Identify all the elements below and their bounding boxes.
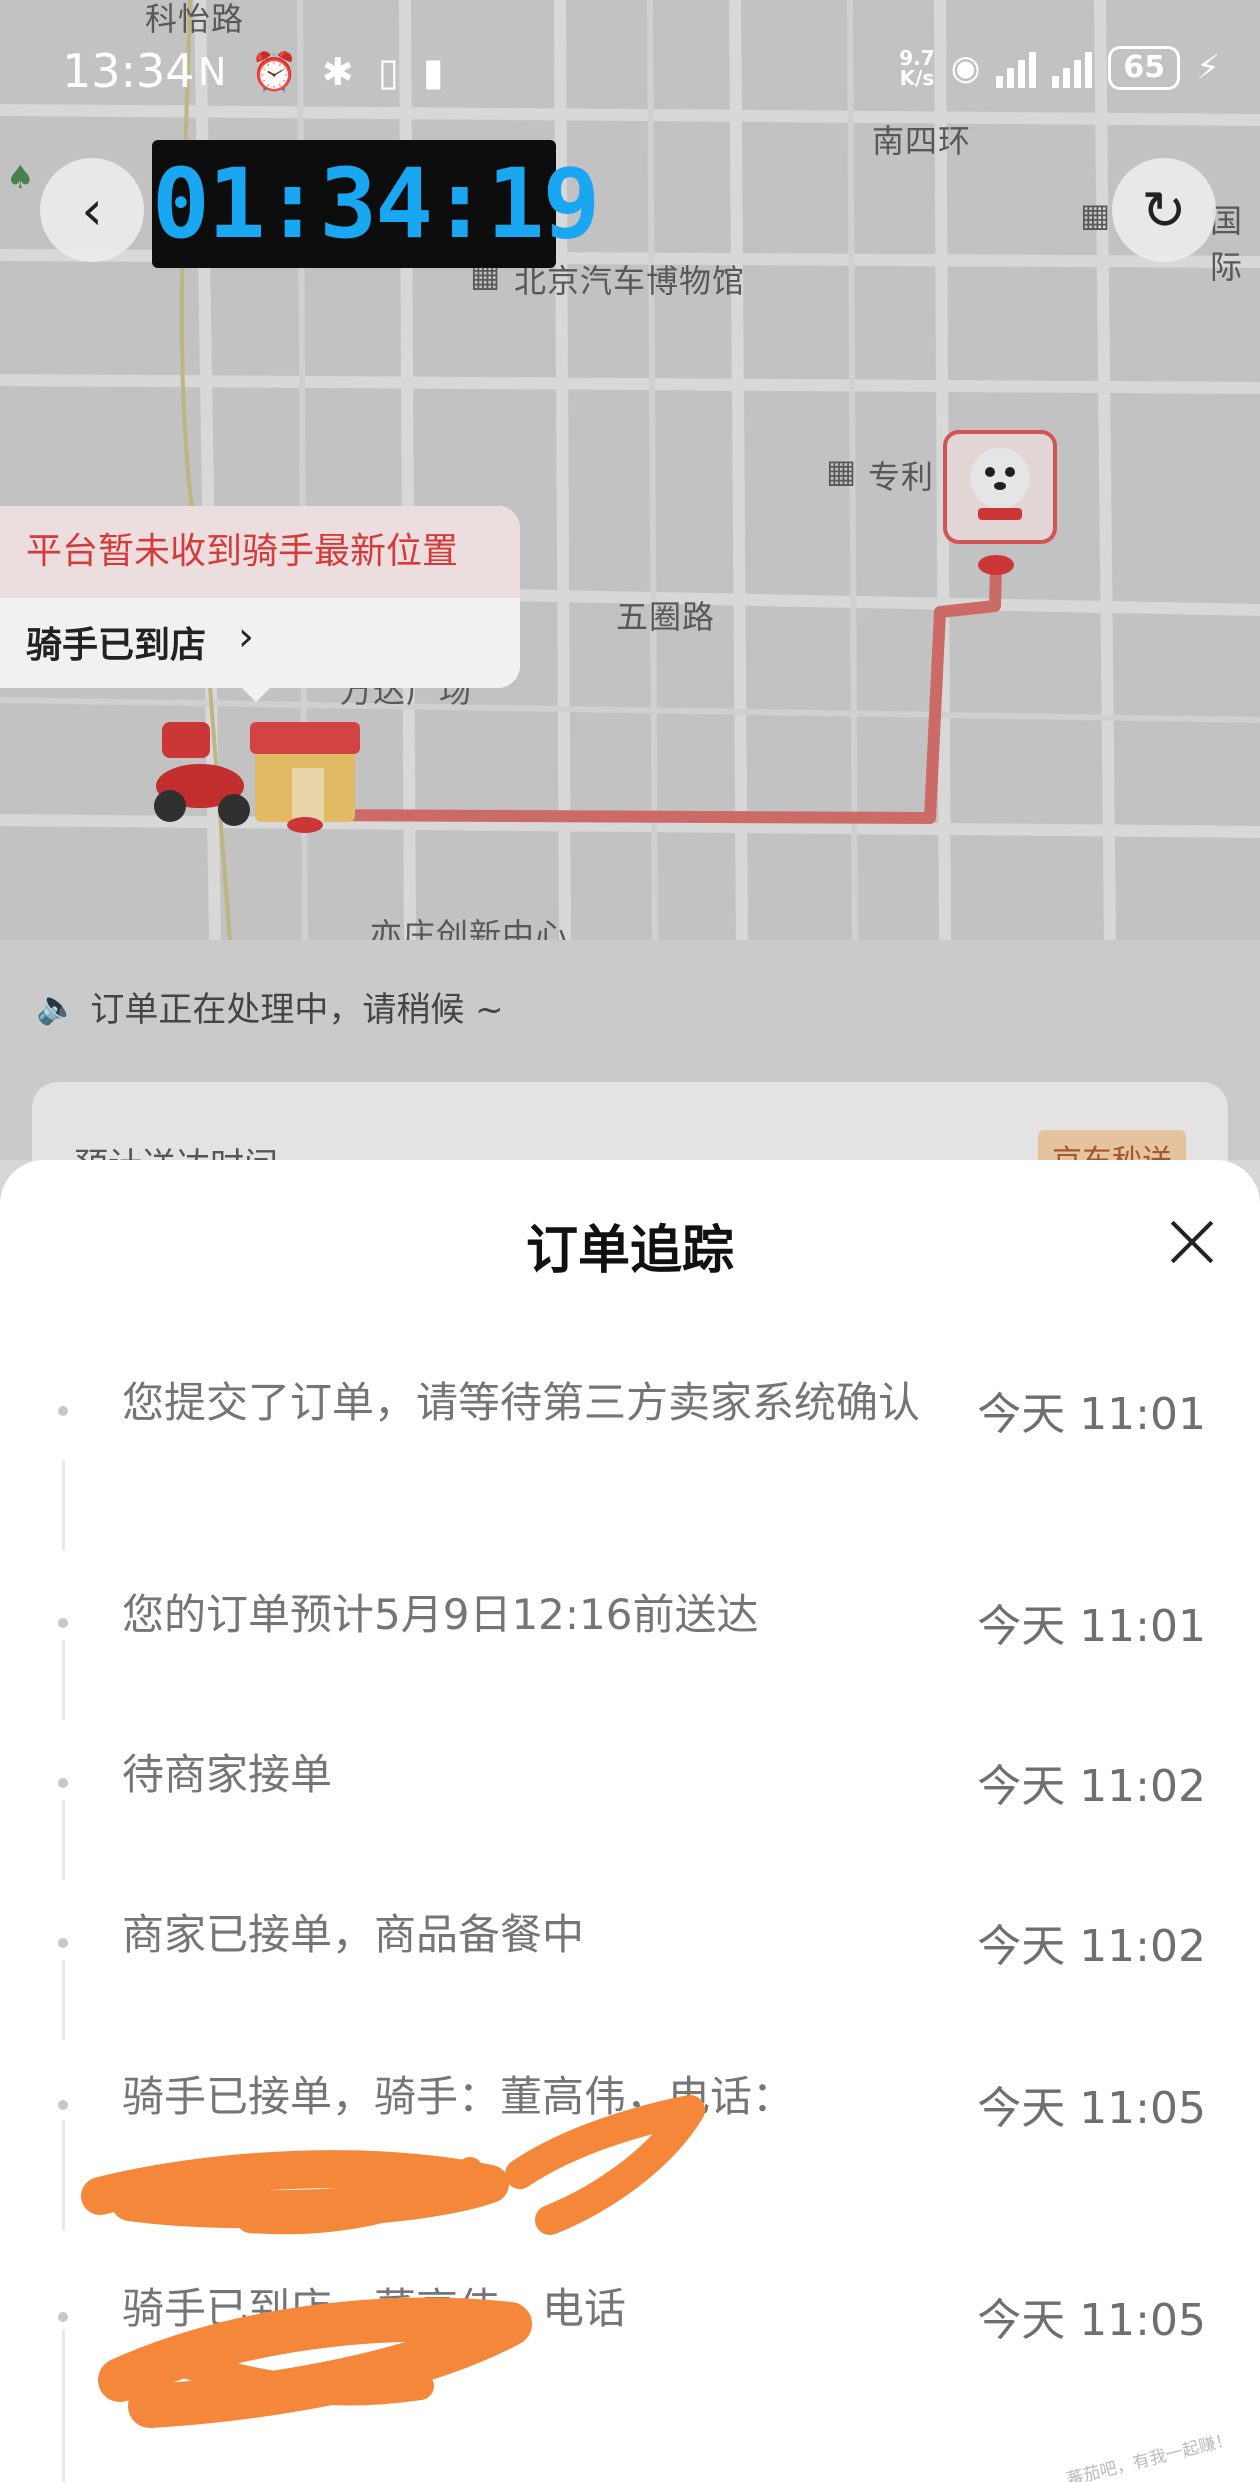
timeline-line — [62, 1640, 65, 1720]
timeline-line — [62, 1960, 65, 2040]
event-text: 骑手已接单，骑手：董高伟，电话： — [122, 2072, 795, 2121]
signal-icon — [1052, 48, 1093, 88]
net-speed: 9.7 K/s — [899, 46, 935, 90]
rider-status-label: 骑手已到店 — [26, 625, 207, 666]
refresh-button[interactable]: ↻ — [1112, 158, 1216, 262]
chevron-left-icon: ‹ — [81, 178, 103, 242]
event-text: 您的订单预计5月9日12:16前送达 — [122, 1590, 759, 1639]
location-warning: 平台暂未收到骑手最新位置 — [0, 506, 520, 598]
chevron-right-icon: › — [238, 614, 254, 660]
event-time: 今天 11:01 — [977, 1389, 1206, 1440]
refresh-icon: ↻ — [1141, 178, 1187, 242]
timeline-line — [62, 2120, 65, 2230]
rider-status-bubble[interactable]: 平台暂未收到骑手最新位置 骑手已到店 › — [0, 506, 520, 702]
sheet-title: 订单追踪 — [525, 1221, 734, 1281]
event-time: 今天 11:01 — [977, 1601, 1206, 1652]
event-time: 今天 11:02 — [977, 1921, 1206, 1972]
timeline-dot — [58, 1406, 68, 1416]
watermark: 蕃茄吧，有我一起赚！ — [1064, 2429, 1235, 2482]
event-time: 今天 11:05 — [977, 2083, 1206, 2134]
speaker-icon: 🔈 — [36, 986, 79, 1027]
status-bar: 13:34 N ⏰ ✱ ▯ ▮ 9.7 K/s ◉ 65 ⚡ — [0, 40, 1260, 110]
notice-text: 订单正在处理中，请稍候 ~ — [90, 990, 504, 1030]
processing-notice: 🔈 订单正在处理中，请稍候 ~ — [36, 982, 504, 1031]
order-tracking-sheet: 订单追踪 您提交了订单，请等待第三方卖家系统确认 今天 11:01 您的订单预计… — [0, 1160, 1260, 2482]
status-right: 9.7 K/s ◉ 65 ⚡ — [899, 46, 1220, 90]
status-time: 13:34 — [62, 44, 195, 98]
battery-icon: 65 — [1108, 46, 1181, 90]
event-text: 待商家接单 — [122, 1750, 333, 1799]
event-text: 骑手已到店，董高伟，电话 — [122, 2284, 627, 2333]
timeline-line — [62, 1800, 65, 1880]
timeline-dot — [58, 1618, 68, 1628]
close-icon[interactable] — [1170, 1220, 1214, 1264]
timer-overlay: 01:34:19 — [152, 140, 600, 268]
signal-icon — [996, 48, 1037, 88]
hotspot-icon: ◉ — [950, 48, 981, 88]
event-text: 您提交了订单，请等待第三方卖家系统确认 — [122, 1378, 921, 1427]
event-text: 商家已接单，商品备餐中 — [122, 1910, 585, 1959]
timeline-line — [62, 1460, 65, 1550]
event-time: 今天 11:02 — [977, 1761, 1206, 1812]
bubble-pointer — [240, 686, 272, 702]
timeline-dot — [58, 2100, 68, 2110]
back-button[interactable]: ‹ — [40, 158, 144, 262]
status-icons: N ⏰ ✱ ▯ ▮ — [198, 50, 450, 94]
charging-icon: ⚡ — [1196, 48, 1220, 88]
timeline-dot — [58, 2312, 68, 2322]
event-time: 今天 11:05 — [977, 2295, 1206, 2346]
timeline-dot — [58, 1938, 68, 1948]
timeline-line — [62, 2330, 65, 2482]
timeline-dot — [58, 1778, 68, 1788]
